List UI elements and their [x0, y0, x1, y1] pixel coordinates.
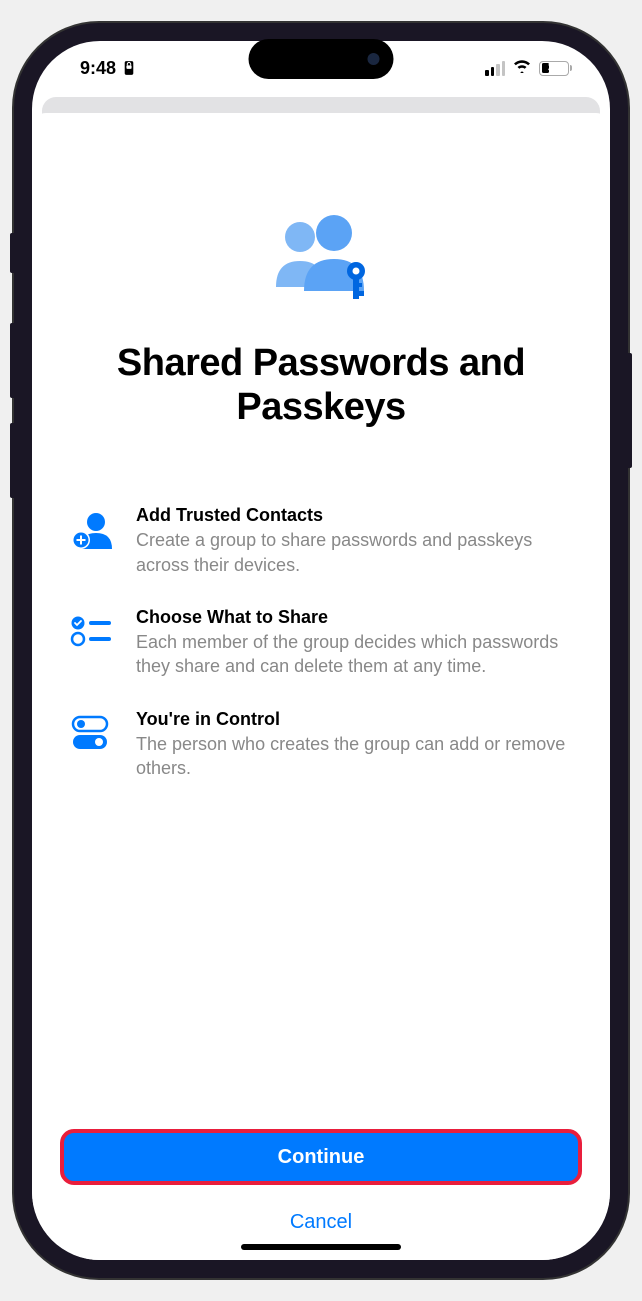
toggles-icon [70, 711, 114, 755]
features-list: Add Trusted Contacts Create a group to s… [60, 505, 582, 1129]
feature-description: Each member of the group decides which p… [136, 630, 572, 679]
feature-title: Add Trusted Contacts [136, 505, 572, 526]
feature-title: You're in Control [136, 709, 572, 730]
dynamic-island [249, 39, 394, 79]
cancel-button[interactable]: Cancel [60, 1203, 582, 1242]
add-contact-icon [70, 507, 114, 551]
feature-row-choose: Choose What to Share Each member of the … [60, 607, 582, 679]
feature-title: Choose What to Share [136, 607, 572, 628]
feature-description: The person who creates the group can add… [136, 732, 572, 781]
screen: 9:48 [32, 41, 610, 1260]
orientation-lock-icon [122, 61, 136, 75]
status-time: 9:48 [80, 58, 116, 79]
feature-description: Create a group to share passwords and pa… [136, 528, 572, 577]
phone-frame: 9:48 [14, 23, 628, 1278]
home-indicator[interactable] [241, 1244, 401, 1250]
battery-icon: 30 [539, 61, 572, 76]
checklist-icon [70, 609, 114, 653]
wifi-icon [512, 58, 532, 78]
page-title: Shared Passwords and Passkeys [60, 342, 582, 429]
shared-passwords-hero-icon [266, 213, 376, 306]
feature-row-control: You're in Control The person who creates… [60, 709, 582, 781]
modal-sheet: Shared Passwords and Passkeys [32, 113, 610, 1260]
continue-button[interactable]: Continue [60, 1129, 582, 1185]
cellular-signal-icon [485, 61, 505, 76]
feature-row-contacts: Add Trusted Contacts Create a group to s… [60, 505, 582, 577]
battery-percent: 30 [540, 62, 568, 74]
